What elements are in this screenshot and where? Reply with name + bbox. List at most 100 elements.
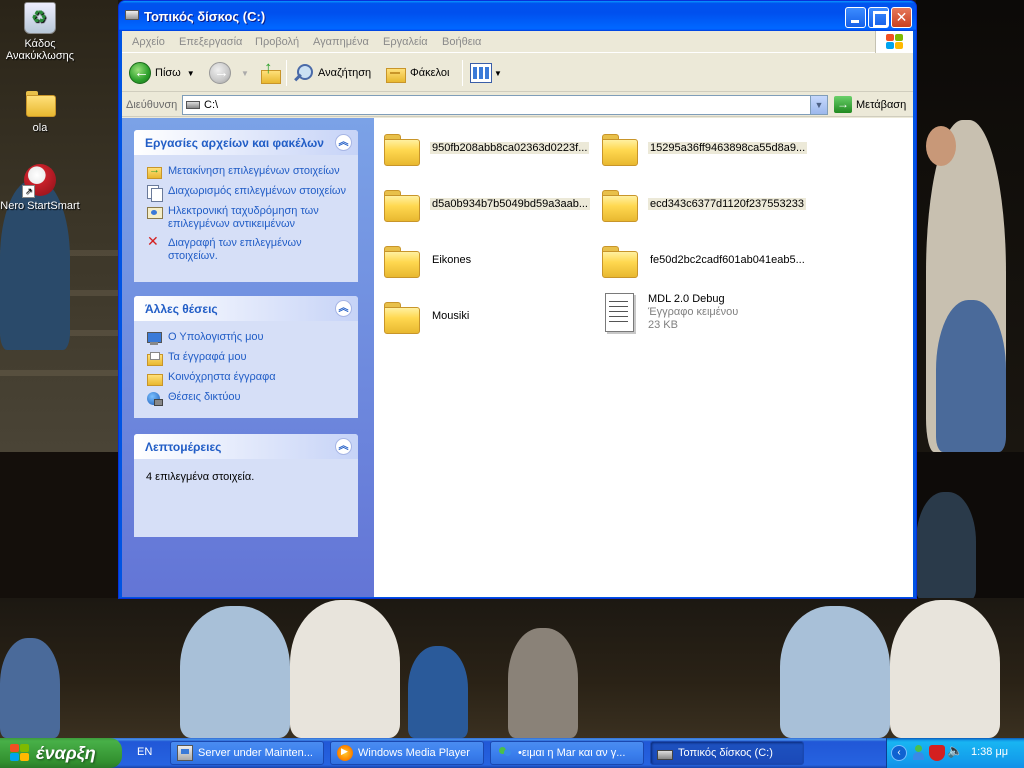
place-link-network[interactable]: Θέσεις δικτύου (146, 391, 348, 406)
place-link-my-documents[interactable]: Τα έγγραφά μου (146, 351, 348, 366)
wallpaper-face (926, 126, 956, 166)
place-link-my-computer[interactable]: Ο Υπολογιστής μου (146, 331, 348, 345)
panel-title: Λεπτομέρειες (145, 440, 222, 454)
task-link-copy[interactable]: Διαχωρισμός επιλεγμένων στοιχείων (146, 185, 348, 202)
network-places-icon (146, 391, 163, 406)
panel-header[interactable]: Λεπτομέρειες ︽ (134, 434, 358, 459)
flag-green (20, 744, 29, 752)
taskbar-button-media-player[interactable]: Windows Media Player (330, 741, 484, 765)
volume-icon[interactable] (947, 743, 963, 761)
text-document-icon (600, 291, 638, 333)
folders-button[interactable]: Φάκελοι (384, 60, 449, 86)
toolbar-separator (462, 60, 463, 86)
menu-view[interactable]: Προβολή (255, 36, 299, 48)
desktop-icon-recycle-bin[interactable]: Κάδος Ανακύκλωσης (0, 2, 80, 62)
go-button[interactable]: → Μετάβαση (834, 96, 906, 113)
go-label: Μετάβαση (856, 98, 907, 111)
messenger-status-icon[interactable] (911, 745, 927, 761)
task-link-email[interactable]: Ηλεκτρονική ταχυδρόμηση των επιλεγμένων … (146, 205, 348, 231)
wallpaper-person (0, 638, 60, 738)
address-dropdown-button[interactable]: ▼ (810, 96, 827, 114)
title-bar[interactable]: Τοπικός δίσκος (C:) ✕ (119, 1, 916, 31)
place-link-shared-documents[interactable]: Κοινόχρηστα έγγραφα (146, 371, 348, 386)
windows-logo (875, 31, 913, 53)
maximize-button[interactable] (868, 7, 889, 28)
collapse-chevron-icon[interactable]: ︽ (335, 300, 352, 317)
taskbar: έναρξη EN Server under Mainten... Window… (0, 738, 1024, 768)
wallpaper-region-right-mid (916, 452, 1024, 600)
start-button[interactable]: έναρξη (0, 738, 122, 768)
menu-tools[interactable]: Εργαλεία (383, 36, 428, 48)
file-list[interactable]: 950fb208abb8ca02363d0223f... 15295a36ff9… (374, 118, 913, 597)
language-indicator[interactable]: EN (137, 746, 152, 758)
details-panel: Λεπτομέρειες ︽ 4 επιλεγμένα στοιχεία. (134, 434, 358, 537)
forward-button[interactable]: ▼ (209, 60, 249, 86)
nero-icon (22, 164, 56, 198)
menu-help[interactable]: Βοήθεια (442, 36, 481, 48)
menu-edit[interactable]: Επεξεργασία (179, 36, 242, 48)
flag-blue (886, 42, 894, 49)
file-item-folder[interactable]: fe50d2bc2cadf601ab041eab5... (600, 236, 807, 284)
wallpaper-person (890, 600, 1000, 738)
file-name: Mousiki (430, 310, 472, 322)
wallpaper-region-left (0, 0, 118, 452)
desktop-icon-ola-folder[interactable]: ola (0, 86, 80, 134)
folders-icon (384, 62, 406, 84)
close-button[interactable]: ✕ (891, 7, 912, 28)
panel-header[interactable]: Εργασίες αρχείων και φακέλων ︽ (134, 130, 358, 155)
views-button[interactable]: ▼ (470, 60, 502, 86)
forward-arrow-icon (209, 62, 231, 84)
views-icon (470, 63, 492, 83)
minimize-button[interactable] (845, 7, 866, 28)
search-button[interactable]: Αναζήτηση (292, 60, 371, 86)
clock[interactable]: 1:38 μμ (971, 746, 1008, 758)
desktop-icon-nero[interactable]: Nero StartSmart (0, 164, 80, 212)
search-icon (292, 62, 314, 84)
collapse-chevron-icon[interactable]: ︽ (335, 438, 352, 455)
flag-yellow (895, 42, 903, 49)
file-item-folder[interactable]: ecd343c6377d1120f237553233 (600, 180, 806, 228)
file-item-folder[interactable]: Mousiki (382, 292, 472, 340)
collapse-chevron-icon[interactable]: ︽ (335, 134, 352, 151)
address-field[interactable]: C:\ ▼ (182, 95, 828, 115)
task-link-move[interactable]: Μετακίνηση επιλεγμένων στοιχείων (146, 164, 348, 179)
file-item-folder[interactable]: 15295a36ff9463898ca55d8a9... (600, 124, 808, 172)
menu-favorites[interactable]: Αγαπημένα (313, 36, 369, 48)
media-player-icon (337, 745, 353, 761)
back-button[interactable]: Πίσω ▼ (129, 60, 195, 86)
file-type: Έγγραφο κειμένου (648, 305, 739, 318)
back-dropdown-icon[interactable]: ▼ (187, 69, 195, 78)
folder-icon (382, 298, 420, 334)
file-item-folder[interactable]: Eikones (382, 236, 474, 284)
address-label: Διεύθυνση (126, 99, 178, 111)
panel-header[interactable]: Άλλες θέσεις ︽ (134, 296, 358, 321)
address-value[interactable]: C:\ (204, 99, 218, 111)
task-link-label: Μετακίνηση επιλεγμένων στοιχείων (168, 165, 340, 177)
file-item-text-document[interactable]: MDL 2.0 Debug Έγγραφο κειμένου 23 KB (600, 288, 739, 336)
taskbar-button-local-disk[interactable]: Τοπικός δίσκος (C:) (650, 741, 804, 765)
address-bar: Διεύθυνση C:\ ▼ → Μετάβαση (122, 93, 913, 117)
task-pane: Εργασίες αρχείων και φακέλων ︽ Μετακίνησ… (122, 118, 374, 597)
security-shield-icon[interactable] (929, 745, 945, 761)
taskbar-button-messenger[interactable]: •ειμαι η Mar και αν γ... (490, 741, 644, 765)
forward-dropdown-icon[interactable]: ▼ (241, 69, 249, 78)
file-size: 23 KB (648, 318, 678, 331)
messenger-icon (497, 745, 513, 761)
my-documents-icon (146, 351, 163, 366)
file-item-folder[interactable]: d5a0b934b7b5049bd59a3aab... (382, 180, 590, 228)
folder-icon (600, 242, 638, 278)
taskbar-button-server[interactable]: Server under Mainten... (170, 741, 324, 765)
tray-expand-icon[interactable]: ‹ (891, 745, 907, 761)
task-link-delete[interactable]: Διαγραφή των επιλεγμένων στοιχείων. (146, 235, 348, 263)
windows-flag-icon (886, 34, 904, 50)
up-folder-button[interactable] (258, 58, 281, 86)
menu-file[interactable]: Αρχείο (132, 36, 165, 48)
explorer-window[interactable]: Τοπικός δίσκος (C:) ✕ Αρχείο Επεξεργασία… (118, 0, 917, 599)
taskbar-button-label: Server under Mainten... (198, 747, 313, 759)
file-item-folder[interactable]: 950fb208abb8ca02363d0223f... (382, 124, 590, 172)
flag-yellow (20, 753, 29, 761)
wallpaper-person (780, 606, 890, 738)
file-name: ecd343c6377d1120f237553233 (648, 198, 806, 210)
flag-red (10, 744, 19, 752)
window-title: Τοπικός δίσκος (C:) (144, 9, 266, 24)
